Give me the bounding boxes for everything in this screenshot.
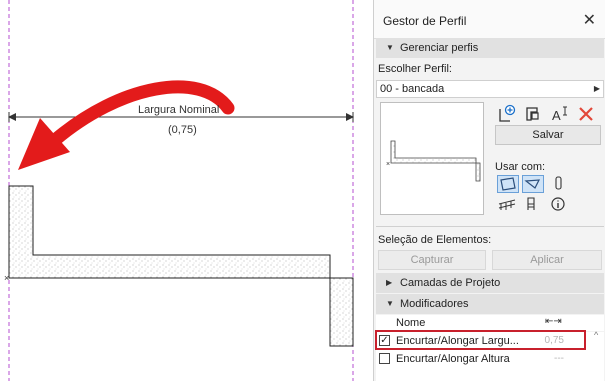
wall-tool-icon[interactable] xyxy=(497,175,519,193)
section-modifiers-label: Modificadores xyxy=(400,298,469,310)
apply-button[interactable]: Aplicar xyxy=(492,250,602,270)
row-label: Encurtar/Alongar Altura xyxy=(396,353,510,365)
svg-text:A: A xyxy=(552,108,561,123)
profile-preview: × xyxy=(380,102,484,215)
profile-select-value: 00 - bancada xyxy=(380,83,445,95)
drawing-canvas[interactable]: × Largura Nominal (0,75) xyxy=(0,0,365,381)
row-value: --- xyxy=(554,353,564,364)
section-project-layers-label: Camadas de Projeto xyxy=(400,277,501,289)
section-project-layers[interactable]: ▶ Camadas de Projeto xyxy=(376,273,604,293)
new-profile-icon[interactable] xyxy=(497,104,517,124)
beam-tool-icon[interactable] xyxy=(522,175,544,193)
profile-shape xyxy=(8,185,354,347)
selection-highlight xyxy=(375,330,586,350)
capture-button[interactable]: Capturar xyxy=(378,250,486,270)
row-checkbox[interactable] xyxy=(379,353,390,364)
profile-select[interactable]: 00 - bancada ▶ xyxy=(376,80,604,98)
section-manage-profiles[interactable]: ▼ Gerenciar perfis xyxy=(376,38,604,58)
panel-title: Gestor de Perfil xyxy=(383,14,467,28)
svg-text:×: × xyxy=(386,161,390,168)
section-manage-label: Gerenciar perfis xyxy=(400,42,479,54)
close-icon[interactable]: ✕ xyxy=(583,10,596,30)
chevron-right-icon: ▶ xyxy=(386,278,393,287)
use-with-label: Usar com: xyxy=(495,161,546,173)
table-row[interactable]: Encurtar/Alongar Altura --- xyxy=(376,350,604,368)
choose-profile-label: Escolher Perfil: xyxy=(378,63,452,75)
column-tool-icon[interactable] xyxy=(548,175,570,193)
info-icon[interactable] xyxy=(548,196,570,214)
modifiers-table-header: Nome ⇤⇥ xyxy=(376,315,604,331)
chevron-down-icon: ▼ xyxy=(386,299,394,308)
section-modifiers[interactable]: ▼ Modificadores xyxy=(376,294,604,314)
chevron-down-icon: ▼ xyxy=(386,43,394,52)
rename-icon[interactable]: A xyxy=(550,104,570,124)
railing-tool-icon[interactable] xyxy=(497,196,519,214)
divider xyxy=(376,226,604,227)
element-selection-label: Seleção de Elementos: xyxy=(378,234,492,246)
scrollbar[interactable]: ^ xyxy=(592,330,604,381)
list-empty-area xyxy=(376,368,604,381)
chevron-up-icon[interactable]: ^ xyxy=(594,330,598,340)
panel-titlebar: Gestor de Perfil ✕ xyxy=(374,0,605,39)
object-tool-icon[interactable] xyxy=(522,196,544,214)
svg-text:×: × xyxy=(4,273,9,283)
width-arrows-icon: ⇤⇥ xyxy=(545,316,562,327)
name-column-header: Nome xyxy=(396,317,426,329)
dimension-value: (0,75) xyxy=(168,124,197,136)
canvas-drawing: × xyxy=(4,0,354,381)
delete-icon[interactable] xyxy=(576,104,596,124)
duplicate-profile-icon[interactable] xyxy=(523,104,543,124)
save-button[interactable]: Salvar xyxy=(495,125,601,145)
profile-manager-panel: Gestor de Perfil ✕ ▼ Gerenciar perfis Es… xyxy=(373,0,605,381)
chevron-right-icon: ▶ xyxy=(593,84,600,93)
dimension-text: Largura Nominal xyxy=(138,104,220,116)
